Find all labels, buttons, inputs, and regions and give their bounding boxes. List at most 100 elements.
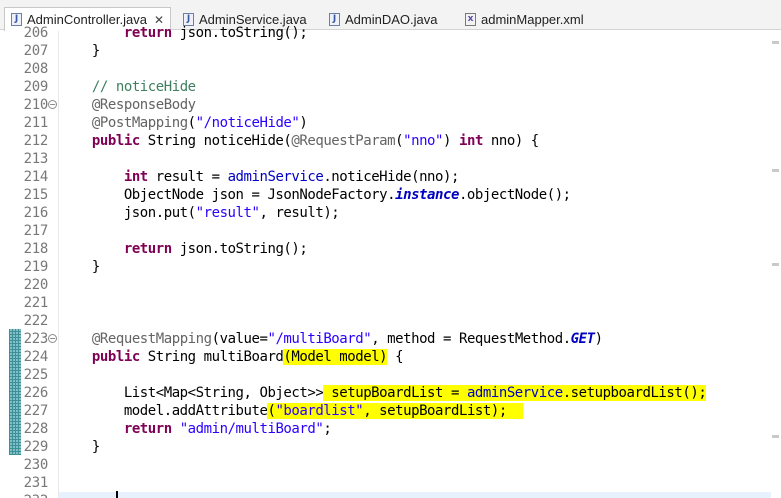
code-line[interactable]: 220 <box>0 276 771 294</box>
code-token: , result); <box>259 205 340 221</box>
line-number: 231 <box>23 475 49 491</box>
code-token: @ResponseBody <box>91 97 196 113</box>
code-text: return json.toString(); <box>60 24 308 42</box>
code-line[interactable]: 217 <box>0 222 771 240</box>
line-number: 224 <box>23 349 49 365</box>
code-line[interactable]: 231 <box>0 474 771 492</box>
code-token: ) <box>299 115 308 131</box>
code-text: model.addAttribute("boardlist", setupBoa… <box>60 402 523 420</box>
code-line[interactable]: 206 return json.toString(); <box>0 24 771 42</box>
code-editor[interactable]: 206 return json.toString(); 207 } 208 209 /… <box>0 25 781 498</box>
code-token: json.toString(); <box>171 25 308 41</box>
code-line[interactable]: 229 } <box>0 438 771 456</box>
code-token: adminService <box>227 169 324 185</box>
code-line[interactable]: 212 public String noticeHide(@RequestPar… <box>0 132 771 150</box>
fold-toggle-icon[interactable]: − <box>48 100 57 109</box>
code-text: json.put("result", result); <box>60 204 340 222</box>
code-line[interactable]: 227 model.addAttribute("boardlist", setu… <box>0 402 771 420</box>
code-token: @RequestMapping <box>91 331 212 347</box>
code-token: model.addAttribute <box>60 403 268 419</box>
code-line[interactable]: 209 // noticeHide <box>0 78 771 96</box>
line-number: 225 <box>23 367 49 383</box>
code-line[interactable]: 218 return json.toString(); <box>0 240 771 258</box>
code-token: int <box>123 169 148 185</box>
code-token: json.put( <box>60 205 196 221</box>
code-line[interactable]: 226 List<Map<String, Object>> setupBoard… <box>0 384 771 402</box>
line-number: 229 <box>23 439 49 455</box>
code-line[interactable]: 213 <box>0 150 771 168</box>
line-number: 230 <box>23 457 49 473</box>
code-token: { <box>387 349 404 365</box>
code-token: , setupBoardList); <box>363 403 523 419</box>
code-token: "/noticeHide" <box>195 115 300 131</box>
code-line[interactable]: 228 return "admin/multiBoard"; <box>0 420 771 438</box>
overview-marker[interactable] <box>772 41 779 44</box>
code-text: int result = adminService.noticeHide(nno… <box>60 168 460 186</box>
line-number: 228 <box>23 421 49 437</box>
line-number: 227 <box>23 403 49 419</box>
code-line[interactable]: 223− @RequestMapping(value="/multiBoard"… <box>0 330 771 348</box>
code-text: @PostMapping("/noticeHide") <box>60 114 308 132</box>
code-token: } <box>60 259 100 275</box>
overview-marker[interactable] <box>772 435 779 438</box>
code-line[interactable]: 221 <box>0 294 771 312</box>
line-number: 214 <box>23 169 49 185</box>
line-number: 208 <box>23 61 49 77</box>
line-number: 212 <box>23 133 49 149</box>
code-line[interactable]: 225 <box>0 366 771 384</box>
code-line[interactable]: 215 ObjectNode json = JsonNodeFactory.in… <box>0 186 771 204</box>
code-line[interactable]: 210− @ResponseBody <box>0 96 771 114</box>
line-number: 213 <box>23 151 49 167</box>
code-token: (value= <box>211 331 268 347</box>
code-text: // noticeHide <box>60 78 196 96</box>
code-token: ) <box>594 331 603 347</box>
code-token: ( <box>187 115 196 131</box>
code-token: GET <box>570 331 595 347</box>
line-number: 206 <box>23 25 49 41</box>
code-token: nno) { <box>482 133 539 149</box>
code-token: "admin/multiBoard" <box>179 421 324 437</box>
code-line[interactable]: 230 <box>0 456 771 474</box>
code-token: } <box>60 43 100 59</box>
code-token: ) <box>443 133 459 149</box>
code-text: return json.toString(); <box>60 240 308 258</box>
code-line[interactable]: 207 } <box>0 42 771 60</box>
code-text: public String multiBoard(Model model) { <box>60 348 404 366</box>
code-token: public <box>91 349 140 365</box>
code-token: "nno" <box>403 133 444 149</box>
code-line[interactable]: 222 <box>0 312 771 330</box>
line-number: 209 <box>23 79 49 95</box>
overview-marker[interactable] <box>772 263 779 266</box>
code-line[interactable]: 214 int result = adminService.noticeHide… <box>0 168 771 186</box>
overview-marker[interactable] <box>772 169 779 172</box>
code-text: ObjectNode json = JsonNodeFactory.instan… <box>60 186 571 204</box>
code-line[interactable]: 208 <box>0 60 771 78</box>
code-token: , method = RequestMethod. <box>371 331 571 347</box>
code-token: // noticeHide <box>91 79 196 95</box>
code-token: .noticeHide(nno); <box>323 169 459 185</box>
code-token: ObjectNode json = JsonNodeFactory. <box>60 187 396 203</box>
code-token: .objectNode(); <box>458 187 571 203</box>
code-token: public <box>91 133 140 149</box>
overview-ruler[interactable] <box>771 31 781 498</box>
code-text: } <box>60 438 100 456</box>
code-token: String multiBoard <box>139 349 284 365</box>
code-line[interactable]: 219 } <box>0 258 771 276</box>
code-token: .setupboardList(); <box>562 385 707 401</box>
code-line[interactable]: 216 json.put("result", result); <box>0 204 771 222</box>
fold-toggle-icon[interactable]: − <box>48 334 57 343</box>
code-token: ; <box>323 421 332 437</box>
code-line[interactable]: 224 public String multiBoard(Model model… <box>0 348 771 366</box>
line-number: 222 <box>23 313 49 329</box>
code-line[interactable]: 211 @PostMapping("/noticeHide") <box>0 114 771 132</box>
code-text: List<Map<String, Object>> setupBoardList… <box>60 384 707 402</box>
